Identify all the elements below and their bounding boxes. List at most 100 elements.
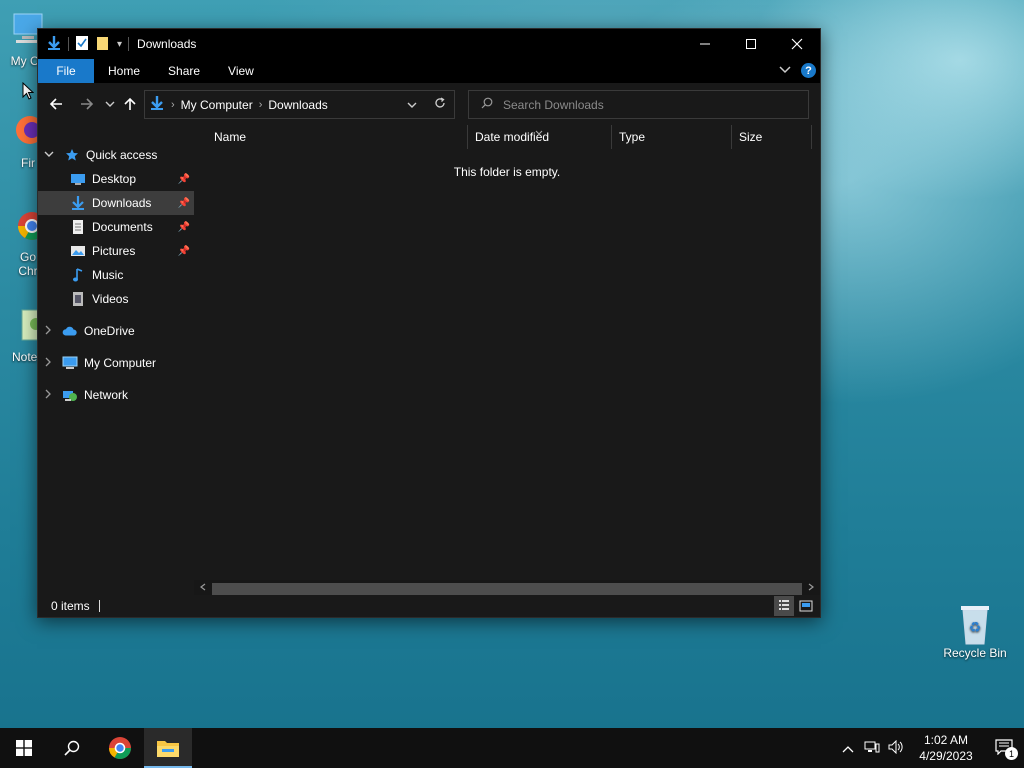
network-icon	[62, 387, 78, 403]
computer-icon	[62, 355, 78, 371]
scroll-left-icon[interactable]	[194, 583, 212, 594]
details-view-button[interactable]	[774, 596, 794, 616]
nav-item-quick-access[interactable]: Quick access	[38, 143, 194, 167]
properties-icon[interactable]	[75, 35, 89, 54]
expand-ribbon-icon[interactable]	[779, 64, 791, 78]
column-headers: Name Date modified Type Size	[194, 125, 820, 149]
nav-item-label: Music	[92, 268, 124, 282]
nav-item-label: OneDrive	[84, 324, 135, 338]
ribbon-tabs: File Home Share View ?	[38, 59, 820, 83]
column-divider[interactable]	[467, 125, 468, 149]
nav-item-network[interactable]: Network	[38, 383, 194, 407]
back-button[interactable]	[44, 92, 68, 116]
nav-item-my-computer[interactable]: My Computer	[38, 351, 194, 375]
help-button[interactable]: ?	[801, 63, 816, 78]
scrollbar-thumb[interactable]	[212, 582, 802, 595]
maximize-button[interactable]	[728, 29, 774, 59]
notification-count-badge: 1	[1005, 747, 1018, 760]
file-explorer-taskbar-button[interactable]	[144, 728, 192, 768]
nav-item-label: Pictures	[92, 244, 136, 258]
videos-icon	[70, 291, 86, 307]
volume-icon[interactable]	[884, 739, 908, 757]
file-list-pane[interactable]: Name Date modified Type Size This folder…	[194, 125, 820, 597]
start-button[interactable]	[0, 728, 48, 768]
star-icon	[64, 147, 80, 163]
refresh-icon[interactable]	[426, 97, 454, 112]
address-bar[interactable]: › My Computer › Downloads	[144, 90, 455, 119]
chevron-up-icon[interactable]	[836, 741, 860, 756]
tab-share[interactable]: Share	[154, 59, 214, 83]
nav-item-desktop[interactable]: Desktop 📌	[38, 167, 194, 191]
new-folder-icon[interactable]	[95, 35, 111, 54]
column-divider[interactable]	[611, 125, 612, 149]
search-box[interactable]	[468, 90, 809, 119]
explorer-body: Quick access Desktop 📌 Downloads 📌 Docum…	[38, 125, 820, 597]
tab-home[interactable]: Home	[94, 59, 154, 83]
clock-time: 1:02 AM	[923, 733, 969, 747]
desktop-icon	[70, 171, 86, 187]
clock-date: 4/29/2023	[919, 749, 973, 763]
nav-item-videos[interactable]: Videos	[38, 287, 194, 311]
desktop-icon-recycle-bin[interactable]: ♻ Recycle Bin	[937, 602, 1013, 660]
column-divider[interactable]	[811, 125, 812, 149]
address-dropdown-icon[interactable]	[398, 97, 426, 112]
chrome-taskbar-button[interactable]	[96, 728, 144, 768]
taskbar: 1:02 AM 4/29/2023 1	[0, 728, 1024, 768]
clock[interactable]: 1:02 AM 4/29/2023	[908, 732, 984, 764]
nav-item-label: Documents	[92, 220, 153, 234]
pin-icon[interactable]: 📌	[178, 174, 190, 185]
tab-view[interactable]: View	[214, 59, 268, 83]
breadcrumb-downloads[interactable]: Downloads	[268, 98, 327, 112]
chevron-right-icon[interactable]	[44, 357, 54, 370]
close-button[interactable]	[774, 29, 820, 59]
forward-button[interactable]	[75, 92, 99, 116]
breadcrumb-my-computer[interactable]: My Computer	[181, 98, 253, 112]
nav-item-label: Quick access	[86, 148, 158, 162]
search-button[interactable]	[48, 728, 96, 768]
view-toggle	[774, 596, 816, 616]
nav-item-documents[interactable]: Documents 📌	[38, 215, 194, 239]
breadcrumb-chevron-icon[interactable]: ›	[171, 99, 175, 111]
up-button[interactable]	[118, 92, 142, 116]
column-header-size[interactable]: Size	[733, 125, 811, 149]
recent-locations-button[interactable]	[100, 92, 120, 116]
tab-file[interactable]: File	[38, 59, 94, 83]
nav-item-downloads[interactable]: Downloads 📌	[38, 191, 194, 215]
nav-item-pictures[interactable]: Pictures 📌	[38, 239, 194, 263]
status-divider	[98, 600, 100, 612]
column-header-type[interactable]: Type	[613, 125, 731, 149]
customize-toolbar-icon[interactable]: ▾	[117, 39, 122, 50]
nav-item-label: Videos	[92, 292, 129, 306]
quick-access-toolbar: ▾	[38, 35, 130, 54]
network-tray-icon[interactable]	[860, 740, 884, 757]
cloud-icon	[62, 323, 78, 339]
action-center-button[interactable]: 1	[984, 728, 1024, 768]
column-divider[interactable]	[731, 125, 732, 149]
file-explorer-window: ▾ Downloads File Home Share View ? › My …	[37, 28, 821, 618]
breadcrumb-chevron-icon[interactable]: ›	[259, 99, 263, 111]
svg-text:♻: ♻	[969, 619, 982, 635]
search-input[interactable]	[503, 97, 783, 112]
mouse-cursor-icon	[22, 81, 35, 103]
pin-icon[interactable]: 📌	[178, 222, 190, 233]
empty-folder-message: This folder is empty.	[453, 165, 561, 179]
chevron-right-icon[interactable]	[44, 325, 54, 338]
title-bar[interactable]: ▾ Downloads	[38, 29, 820, 59]
system-tray: 1:02 AM 4/29/2023 1	[836, 728, 1024, 768]
documents-icon	[70, 219, 86, 235]
toolbar-divider	[68, 37, 69, 51]
nav-item-music[interactable]: Music	[38, 263, 194, 287]
nav-item-label: My Computer	[84, 356, 157, 370]
scroll-right-icon[interactable]	[802, 583, 820, 594]
nav-item-onedrive[interactable]: OneDrive	[38, 319, 194, 343]
chevron-down-icon[interactable]	[44, 150, 54, 161]
pin-icon[interactable]: 📌	[178, 198, 190, 209]
chevron-right-icon[interactable]	[44, 389, 54, 402]
minimize-button[interactable]	[682, 29, 728, 59]
nav-item-label: Network	[84, 388, 129, 402]
large-icons-view-button[interactable]	[796, 596, 816, 616]
pin-icon[interactable]: 📌	[178, 246, 190, 257]
column-header-name[interactable]: Name	[208, 125, 466, 149]
